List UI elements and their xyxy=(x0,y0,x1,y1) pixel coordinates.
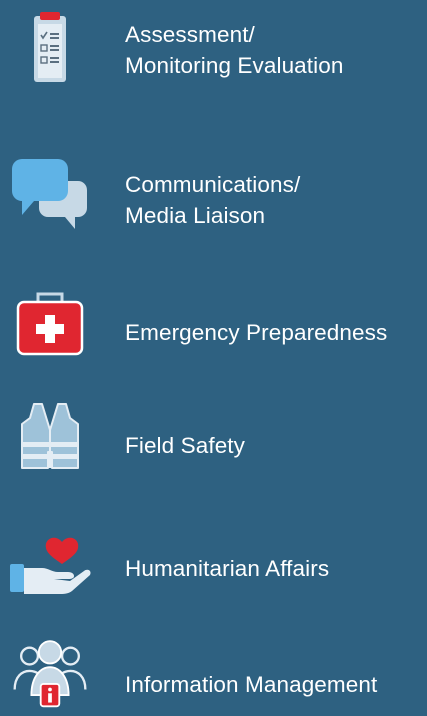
item-label: Emergency Preparedness xyxy=(125,320,388,345)
hand-heart-icon xyxy=(8,520,92,600)
list-item-field-safety: Field Safety xyxy=(0,398,427,488)
safety-vest-icon xyxy=(8,398,92,478)
item-label: Humanitarian Affairs xyxy=(125,556,330,581)
clipboard-checklist-icon xyxy=(8,8,92,88)
first-aid-kit-icon xyxy=(8,288,92,368)
item-label: Communications/ Media Liaison xyxy=(125,172,301,228)
people-info-icon xyxy=(8,630,92,710)
list-item-humanitarian-affairs: Humanitarian Affairs xyxy=(0,520,427,610)
list-item-emergency-preparedness: Emergency Preparedness xyxy=(0,288,427,378)
list-item-communications: Communications/ Media Liaison xyxy=(0,145,427,245)
item-label: Assessment/ Monitoring Evaluation xyxy=(125,22,344,78)
list-item-information-management: Information Management xyxy=(0,630,427,716)
item-label: Information Management xyxy=(125,672,378,697)
speech-bubbles-icon xyxy=(8,153,92,233)
item-label: Field Safety xyxy=(125,433,246,458)
list-item-assessment: Assessment/ Monitoring Evaluation xyxy=(0,0,427,110)
